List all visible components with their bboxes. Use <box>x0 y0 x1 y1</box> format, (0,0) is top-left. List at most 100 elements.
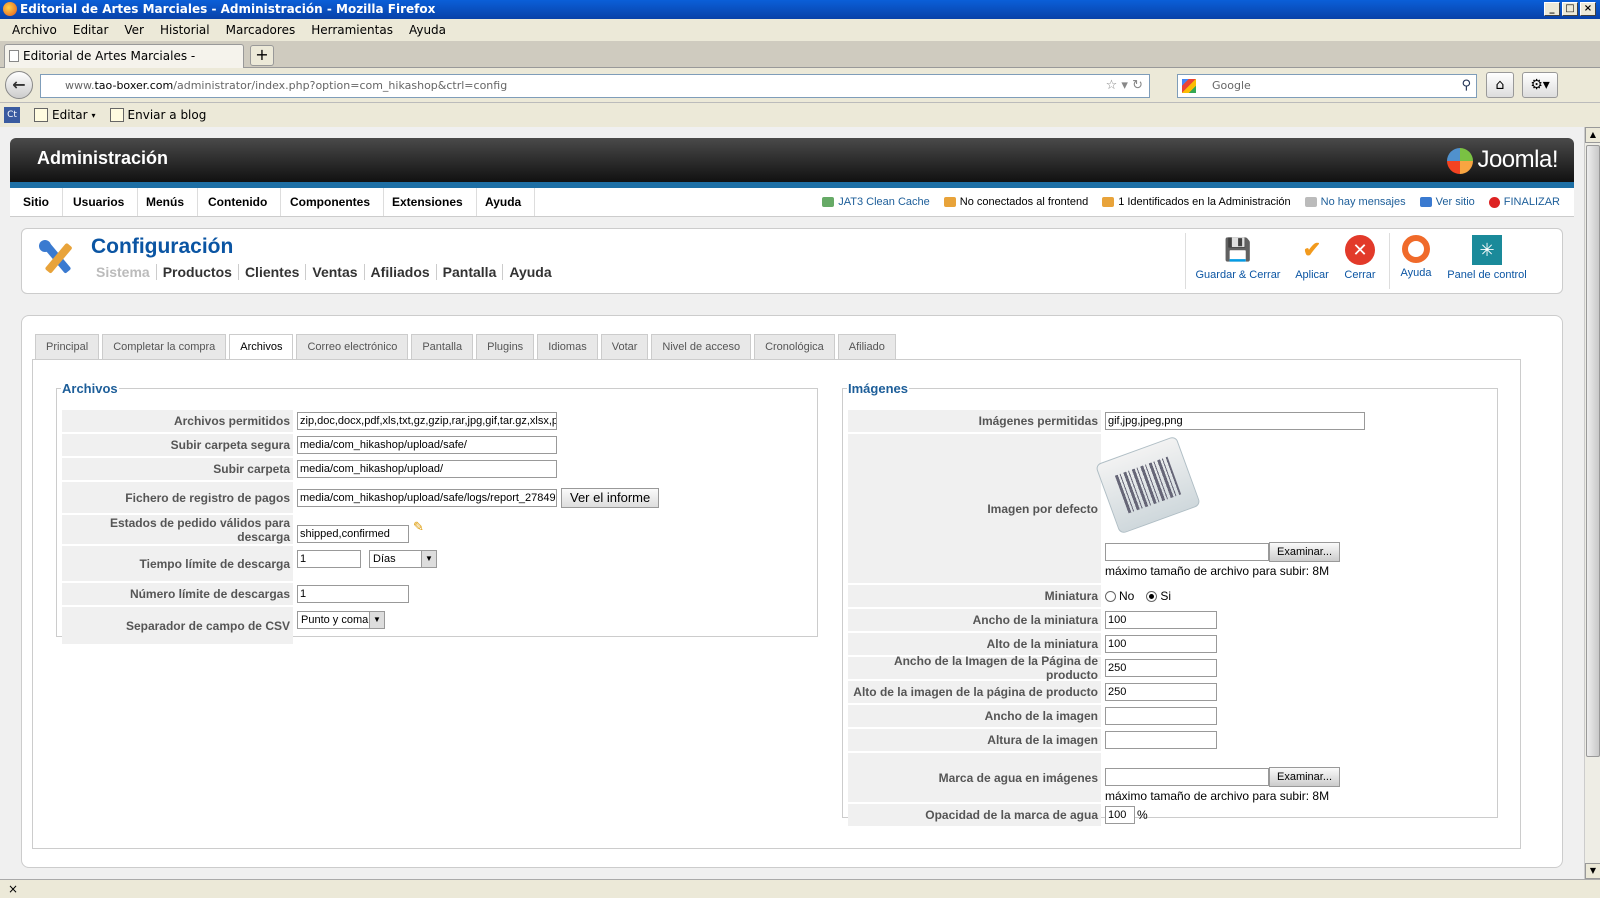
tab-principal[interactable]: Principal <box>35 334 100 359</box>
close-button[interactable]: ✕ Cerrar <box>1340 235 1380 281</box>
images-fieldset: Imágenes Imágenes permitidas gif,jpg,jpe… <box>842 381 1498 827</box>
menu-ver[interactable]: Ver <box>116 23 152 37</box>
menu-menus[interactable]: Menús <box>133 188 199 216</box>
apply-button[interactable]: ✔ Aplicar <box>1290 235 1334 281</box>
product-image-height-input[interactable]: 250 <box>1105 683 1217 701</box>
order-states-input[interactable]: shipped,confirmed <box>297 524 409 543</box>
browse-button[interactable]: Examinar... <box>1269 767 1341 787</box>
bookmark-star-icon[interactable]: ☆ <box>1106 78 1118 93</box>
tab-idiomas[interactable]: Idiomas <box>537 334 598 359</box>
reload-icon[interactable]: ↻ <box>1132 78 1143 93</box>
allowed-files-label: Archivos permitidos <box>62 410 293 432</box>
time-unit-select[interactable]: Días ▼ <box>369 550 437 568</box>
close-addon-bar-icon[interactable]: × <box>8 882 18 896</box>
menu-contenido[interactable]: Contenido <box>195 188 282 216</box>
thumb-height-input[interactable]: 100 <box>1105 635 1217 653</box>
submenu-ventas[interactable]: Ventas <box>305 264 363 280</box>
secure-folder-input[interactable]: media/com_hikashop/upload/safe/ <box>297 436 557 454</box>
close-window-button[interactable]: × <box>1580 2 1596 16</box>
scroll-up-icon[interactable]: ▲ <box>1585 127 1600 143</box>
menu-ayuda-joomla[interactable]: Ayuda <box>472 188 536 216</box>
download-limit-input[interactable]: 1 <box>297 585 409 603</box>
addon-icon[interactable]: ⚙▾ <box>1522 72 1558 98</box>
image-width-input[interactable] <box>1105 707 1217 725</box>
address-bar[interactable]: www.tao-boxer.com/administrator/index.ph… <box>40 74 1150 98</box>
browser-tab[interactable]: Editorial de Artes Marciales - Administr… <box>4 44 244 85</box>
tab-completar-compra[interactable]: Completar la compra <box>102 334 227 359</box>
image-height-input[interactable] <box>1105 731 1217 749</box>
tab-pantalla[interactable]: Pantalla <box>411 334 474 359</box>
menu-componentes[interactable]: Componentes <box>277 188 385 216</box>
tab-votar[interactable]: Votar <box>600 334 649 359</box>
jat3-cache-link[interactable]: JAT3 Clean Cache <box>822 196 930 208</box>
view-site-link[interactable]: Ver sitio <box>1419 196 1475 208</box>
watermark-opacity-input[interactable]: 100 <box>1105 806 1135 824</box>
allowed-images-input[interactable]: gif,jpg,jpeg,png <box>1105 412 1365 430</box>
submenu-ayuda[interactable]: Ayuda <box>502 264 557 280</box>
product-image-width-input[interactable]: 250 <box>1105 659 1217 677</box>
url-path: /administrator/index.php?option=com_hika… <box>173 79 508 92</box>
tab-cronologica[interactable]: Cronológica <box>754 334 835 359</box>
thumb-width-input[interactable]: 100 <box>1105 611 1217 629</box>
browse-button[interactable]: Examinar... <box>1269 542 1341 562</box>
menu-marcadores[interactable]: Marcadores <box>218 23 304 37</box>
thumbnail-no-radio[interactable]: No <box>1105 589 1134 603</box>
tab-panel-archivos: Archivos Archivos permitidos zip,doc,doc… <box>32 359 1521 849</box>
field-row: Subir carpeta segura media/com_hikashop/… <box>62 434 557 457</box>
messages-link[interactable]: No hay mensajes <box>1304 196 1406 208</box>
submenu-pantalla[interactable]: Pantalla <box>435 264 503 280</box>
file-path-field[interactable] <box>1105 543 1269 561</box>
file-path-field[interactable] <box>1105 768 1269 786</box>
default-image-file-input[interactable]: Examinar... <box>1105 542 1341 562</box>
allowed-files-input[interactable]: zip,doc,docx,pdf,xls,txt,gz,gzip,rar,jpg… <box>297 412 557 430</box>
url-host: tao-boxer.com <box>94 79 174 92</box>
edit-bookmark[interactable]: Editar ▾ <box>34 108 96 122</box>
submenu-sistema[interactable]: Sistema <box>90 264 156 280</box>
submenu-afiliados[interactable]: Afiliados <box>363 264 436 280</box>
new-tab-button[interactable]: + <box>250 45 274 66</box>
tab-nivel-acceso[interactable]: Nivel de acceso <box>651 334 752 359</box>
tab-plugins[interactable]: Plugins <box>476 334 535 359</box>
field-row: Tiempo límite de descarga 1 Días ▼ <box>62 546 437 582</box>
search-icon[interactable]: ⚲ <box>1461 75 1471 97</box>
vertical-scrollbar[interactable]: ▲ ▼ <box>1584 127 1600 879</box>
view-report-button[interactable]: Ver el informe <box>561 487 660 508</box>
back-arrow-icon[interactable]: ← <box>5 71 33 99</box>
url-prefix: www. <box>65 79 95 92</box>
save-close-button[interactable]: 💾 Guardar & Cerrar <box>1194 235 1282 281</box>
search-box[interactable]: Google ⚲ <box>1177 74 1477 98</box>
scroll-thumb[interactable] <box>1586 145 1600 757</box>
tab-correo[interactable]: Correo electrónico <box>296 334 409 359</box>
minimize-button[interactable]: _ <box>1544 2 1560 16</box>
home-icon[interactable]: ⌂ <box>1486 72 1514 98</box>
logout-link[interactable]: FINALIZAR <box>1488 196 1560 208</box>
menu-extensiones[interactable]: Extensiones <box>379 188 477 216</box>
ct-icon[interactable]: Ct <box>4 107 20 123</box>
help-button[interactable]: Ayuda <box>1396 235 1436 279</box>
menu-archivo[interactable]: Archivo <box>4 23 65 37</box>
menu-editar[interactable]: Editar <box>65 23 117 37</box>
menu-ayuda[interactable]: Ayuda <box>401 23 454 37</box>
time-limit-input[interactable]: 1 <box>297 550 361 568</box>
scroll-down-icon[interactable]: ▼ <box>1585 863 1600 879</box>
csv-separator-select[interactable]: Punto y coma ▼ <box>297 611 385 629</box>
menu-usuarios[interactable]: Usuarios <box>60 188 139 216</box>
send-to-blog-bookmark[interactable]: Enviar a blog <box>109 108 206 122</box>
watermark-file-input[interactable]: Examinar... <box>1105 767 1341 787</box>
dropdown-arrow-icon[interactable]: ▾ <box>1121 78 1128 93</box>
folder-input[interactable]: media/com_hikashop/upload/ <box>297 460 557 478</box>
menu-herramientas[interactable]: Herramientas <box>303 23 401 37</box>
frontend-status: No conectados al frontend <box>943 196 1088 208</box>
thumbnail-yes-radio[interactable]: Si <box>1146 589 1171 603</box>
edit-states-icon[interactable]: ✎ <box>413 519 424 535</box>
payment-log-input[interactable]: media/com_hikashop/upload/safe/logs/repo… <box>297 488 557 507</box>
submenu-clientes[interactable]: Clientes <box>237 264 305 280</box>
menu-sitio[interactable]: Sitio <box>10 188 63 216</box>
maximize-button[interactable]: □ <box>1562 2 1578 16</box>
submenu-productos[interactable]: Productos <box>155 264 238 280</box>
control-panel-button[interactable]: ✳ Panel de control <box>1446 235 1528 281</box>
menu-historial[interactable]: Historial <box>152 23 218 37</box>
tab-afiliado[interactable]: Afiliado <box>837 334 896 359</box>
tab-archivos[interactable]: Archivos <box>229 334 294 360</box>
secure-folder-label: Subir carpeta segura <box>62 434 293 456</box>
